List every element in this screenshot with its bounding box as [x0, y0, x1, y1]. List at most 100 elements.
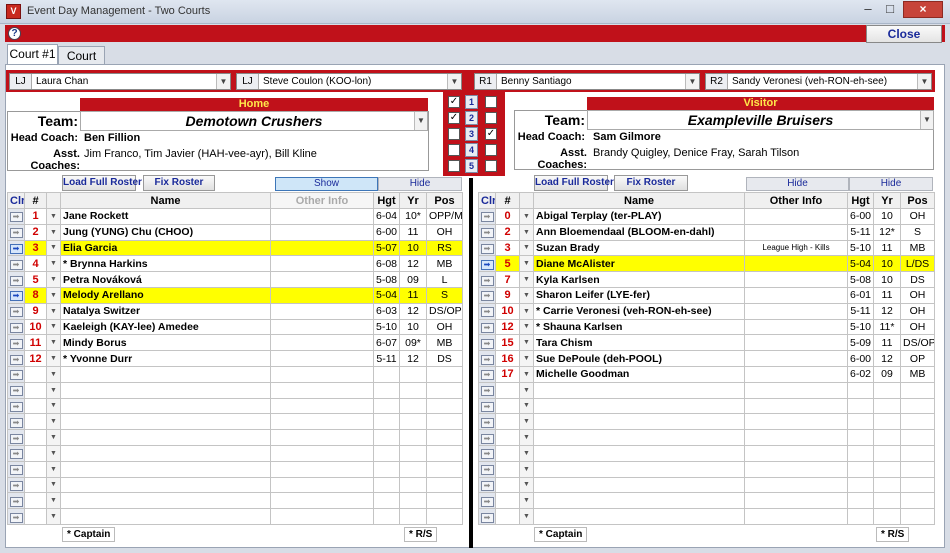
chevron-down-icon[interactable]: ▼: [519, 381, 534, 399]
sub-arrow-button[interactable]: ➡: [478, 208, 496, 225]
table-row[interactable]: ➡ 9 ▼ Sharon Leifer (LYE-fer) 6-01 11 OH: [478, 286, 935, 304]
sub-arrow-button[interactable]: ➡: [478, 271, 496, 288]
chevron-down-icon[interactable]: ▼: [46, 492, 61, 510]
visitor-game-checkbox[interactable]: [485, 160, 497, 172]
chevron-down-icon[interactable]: ▼: [519, 208, 534, 225]
table-row[interactable]: ➡ 2 ▼ Ann Bloemendaal (BLOOM-en-dahl) 5-11 12…: [478, 223, 935, 241]
table-row[interactable]: ➡ 16 ▼ Sue DePoule (deh-POOL) 6-00 12 OP: [478, 350, 935, 367]
table-row[interactable]: ➡ 5 ▼ Petra Nováková 5-08 09 L: [7, 271, 463, 288]
sub-arrow-button[interactable]: ➡: [478, 334, 496, 352]
table-row[interactable]: ➡9▼Natalya Switzer 6-0312DS/OPP: [7, 302, 463, 320]
table-row[interactable]: ➡ ▼: [478, 492, 935, 510]
sub-arrow-button[interactable]: ➡: [478, 413, 496, 431]
sub-arrow-button[interactable]: ➡: [7, 444, 25, 462]
chevron-down-icon[interactable]: ▼: [519, 444, 534, 462]
tab-court-1[interactable]: Court #1: [7, 44, 58, 64]
chevron-down-icon[interactable]: ▼: [46, 460, 61, 478]
chevron-down-icon[interactable]: ▼: [519, 318, 534, 336]
table-row[interactable]: ➡ 12 ▼ * Yvonne Durr 5-11 12 DS: [7, 350, 463, 367]
help-icon[interactable]: ?: [8, 27, 21, 40]
visitor-hide-button[interactable]: Hide: [849, 177, 933, 191]
chevron-down-icon[interactable]: ▼: [46, 223, 61, 241]
sub-arrow-button[interactable]: ➡: [478, 381, 496, 399]
chevron-down-icon[interactable]: ▼: [519, 413, 534, 431]
table-row[interactable]: ➡ ▼: [7, 508, 463, 525]
tab-court-2[interactable]: Court #2: [58, 46, 105, 81]
visitor-fix-roster-button[interactable]: Fix Roster: [614, 175, 688, 191]
table-row[interactable]: ➡ 3 ▼ Suzan Brady League High - Kills 5-10 11 M…: [478, 239, 935, 257]
home-load-roster-button[interactable]: Load Full Roster: [62, 175, 142, 191]
sub-arrow-button[interactable]: ➡: [478, 444, 496, 462]
chevron-down-icon[interactable]: ▼: [519, 255, 534, 273]
sub-arrow-button[interactable]: ➡: [7, 460, 25, 478]
sub-arrow-button[interactable]: ➡: [7, 365, 25, 383]
home-show-button[interactable]: Show: [275, 177, 378, 191]
chevron-down-icon[interactable]: ▼: [519, 365, 534, 383]
chevron-down-icon[interactable]: ▼: [519, 350, 534, 367]
sub-arrow-button[interactable]: ➡: [478, 460, 496, 478]
sub-arrow-button[interactable]: ➡: [7, 302, 25, 320]
sub-arrow-button[interactable]: ➡: [478, 350, 496, 367]
table-row[interactable]: ➡ 10 ▼ Kaeleigh (KAY-lee) Amedee 5-10 10 OH: [7, 318, 463, 336]
chevron-down-icon[interactable]: ▼: [519, 397, 534, 415]
home-team-select[interactable]: Demotown Crushers ▼: [80, 111, 428, 131]
table-row[interactable]: ➡1▼Jane Rockett 6-0410*OPP/MB: [7, 208, 463, 225]
chevron-down-icon[interactable]: ▼: [46, 255, 61, 273]
sub-arrow-button[interactable]: ➡: [7, 334, 25, 352]
sub-arrow-button[interactable]: ➡: [478, 302, 496, 320]
chevron-down-icon[interactable]: ▼: [917, 74, 931, 89]
table-row[interactable]: ➡ ▼: [7, 365, 463, 383]
chevron-down-icon[interactable]: ▼: [519, 492, 534, 510]
home-hide-button[interactable]: Hide: [378, 177, 462, 191]
home-game-checkbox[interactable]: [448, 160, 460, 172]
table-row[interactable]: ➡ 17 ▼ Michelle Goodman 6-02 09 MB: [478, 365, 935, 383]
sub-arrow-button[interactable]: ➡: [7, 492, 25, 510]
sub-arrow-button[interactable]: ➡: [478, 365, 496, 383]
chevron-down-icon[interactable]: ▼: [46, 429, 61, 446]
chevron-down-icon[interactable]: ▼: [46, 365, 61, 383]
table-row[interactable]: ➡ ▼: [7, 460, 463, 478]
home-game-checkbox[interactable]: [448, 128, 460, 140]
sub-arrow-button[interactable]: ➡: [478, 255, 496, 273]
chevron-down-icon[interactable]: ▼: [46, 508, 61, 525]
table-row[interactable]: ➡ ▼: [7, 476, 463, 494]
chevron-down-icon[interactable]: ▼: [216, 74, 230, 89]
sub-arrow-button[interactable]: ➡: [478, 508, 496, 525]
table-row[interactable]: ➡ 7 ▼ Kyla Karlsen 5-08 10 DS: [478, 271, 935, 288]
table-row[interactable]: ➡ ▼: [478, 476, 935, 494]
official-select-r1[interactable]: R1 Benny Santiago ▼: [474, 73, 700, 90]
chevron-down-icon[interactable]: ▼: [519, 508, 534, 525]
chevron-down-icon[interactable]: ▼: [519, 286, 534, 304]
sub-arrow-button[interactable]: ➡: [7, 223, 25, 241]
chevron-down-icon[interactable]: ▼: [46, 413, 61, 431]
visitor-hide-other-button[interactable]: Hide: [746, 177, 849, 191]
home-fix-roster-button[interactable]: Fix Roster: [143, 175, 215, 191]
chevron-down-icon[interactable]: ▼: [46, 318, 61, 336]
home-game-checkbox[interactable]: ✓: [448, 96, 460, 108]
table-row[interactable]: ➡ 8 ▼ Melody Arellano 5-04 11 S: [7, 286, 463, 304]
home-game-checkbox[interactable]: ✓: [448, 112, 460, 124]
chevron-down-icon[interactable]: ▼: [46, 286, 61, 304]
official-select-lj2[interactable]: LJ Steve Coulon (KOO-lon) ▼: [236, 73, 462, 90]
chevron-down-icon[interactable]: ▼: [46, 476, 61, 494]
table-row[interactable]: ➡15▼Tara Chism 5-0911DS/OPP: [478, 334, 935, 352]
chevron-down-icon[interactable]: ▼: [46, 350, 61, 367]
sub-arrow-button[interactable]: ➡: [478, 476, 496, 494]
close-button[interactable]: Close: [866, 25, 942, 43]
chevron-down-icon[interactable]: ▼: [46, 271, 61, 288]
table-row[interactable]: ➡ ▼: [478, 413, 935, 431]
table-row[interactable]: ➡ 10 ▼ * Carrie Veronesi (veh-RON-eh-see) 5-…: [478, 302, 935, 320]
sub-arrow-button[interactable]: ➡: [7, 208, 25, 225]
chevron-down-icon[interactable]: ▼: [46, 397, 61, 415]
visitor-team-select[interactable]: Exampleville Bruisers ▼: [587, 110, 934, 130]
chevron-down-icon[interactable]: ▼: [519, 239, 534, 257]
sub-arrow-button[interactable]: ➡: [478, 223, 496, 241]
table-row[interactable]: ➡ ▼: [478, 429, 935, 446]
sub-arrow-button[interactable]: ➡: [478, 397, 496, 415]
table-row[interactable]: ➡ 4 ▼ * Brynna Harkins 6-08 12 MB: [7, 255, 463, 273]
table-row[interactable]: ➡ ▼: [7, 397, 463, 415]
home-game-checkbox[interactable]: [448, 144, 460, 156]
window-close-button[interactable]: ×: [903, 1, 943, 18]
chevron-down-icon[interactable]: ▼: [46, 239, 61, 257]
sub-arrow-button[interactable]: ➡: [7, 429, 25, 446]
